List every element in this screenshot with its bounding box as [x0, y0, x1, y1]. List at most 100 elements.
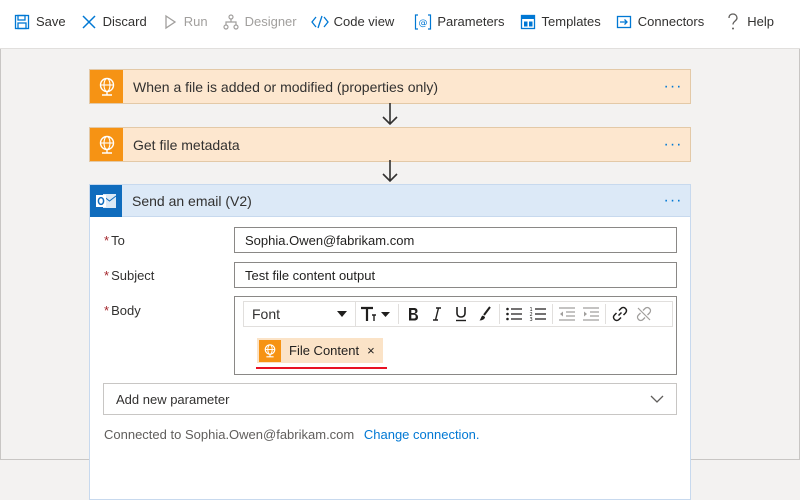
chevron-down-icon [650, 395, 664, 403]
subject-label: * Subject [104, 268, 154, 283]
connectors-label: Connectors [637, 14, 705, 29]
brush-icon [479, 306, 491, 321]
link-icon [612, 306, 628, 322]
required-mark: * [104, 303, 110, 318]
decrease-indent-button[interactable] [555, 302, 579, 326]
code-icon [310, 13, 329, 31]
send-email-step-card: Send an email (V2) ··· * To Sophia.Owen@f… [89, 184, 691, 500]
designer-button[interactable]: Designer [215, 7, 304, 37]
file-content-token-label: File Content [289, 343, 360, 358]
toolbar-separator [605, 304, 606, 324]
save-icon [13, 13, 31, 31]
run-label: Run [183, 14, 208, 29]
play-icon [161, 13, 179, 31]
font-dropdown[interactable]: Font [244, 302, 356, 326]
body-label: * Body [104, 303, 141, 318]
help-button[interactable]: Help [717, 7, 781, 37]
connectors-button[interactable]: Connectors [608, 7, 711, 37]
sftp-globe-icon [90, 70, 123, 103]
body-editor[interactable]: Font 1 2 3 File Content × [234, 296, 677, 375]
send-email-step-title: Send an email (V2) [132, 192, 252, 209]
unlink-icon [636, 306, 652, 322]
save-button[interactable]: Save [6, 7, 73, 37]
insert-link-button[interactable] [608, 302, 632, 326]
code-view-label: Code view [333, 14, 395, 29]
close-icon [80, 13, 98, 31]
to-field[interactable]: Sophia.Owen@fabrikam.com [234, 227, 677, 253]
designer-toolbar: Save Discard Run Designer Code view @ Pa… [0, 0, 800, 43]
remove-link-button[interactable] [632, 302, 656, 326]
subject-field-value: Test file content output [245, 268, 376, 283]
get-metadata-step-more-button[interactable]: ··· [656, 136, 690, 154]
templates-button[interactable]: Templates [512, 7, 608, 37]
body-label-text: Body [111, 303, 141, 318]
parameters-label: Parameters [437, 14, 505, 29]
change-connection-link[interactable]: Change connection. [364, 427, 480, 442]
font-size-icon [361, 306, 390, 321]
get-metadata-step-title: Get file metadata [133, 136, 240, 153]
bold-button[interactable] [401, 302, 425, 326]
bold-icon [409, 308, 418, 321]
templates-icon [519, 13, 537, 31]
font-dropdown-label: Font [252, 306, 281, 322]
numbered-list-button[interactable]: 123 [526, 302, 550, 326]
sftp-globe-icon [259, 339, 281, 362]
trigger-step-title: When a file is added or modified (proper… [133, 78, 439, 95]
connected-email: Sophia.Owen@fabrikam.com [184, 427, 355, 442]
subject-label-text: Subject [111, 268, 155, 283]
color-button[interactable] [473, 302, 497, 326]
underline-icon [456, 307, 466, 322]
toolbar-separator [552, 304, 553, 324]
increase-indent-button[interactable] [579, 302, 603, 326]
send-email-step-header[interactable]: Send an email (V2) ··· [90, 184, 690, 217]
run-button[interactable]: Run [154, 7, 215, 37]
connector-arrow-icon [382, 103, 398, 126]
remove-token-button[interactable]: × [367, 343, 375, 358]
to-label-text: To [111, 233, 125, 248]
svg-text:@: @ [419, 18, 428, 28]
required-mark: * [104, 233, 110, 248]
toolbar-separator [499, 304, 500, 324]
trigger-step-card[interactable]: When a file is added or modified (proper… [89, 69, 691, 104]
toolbar-divider [0, 43, 800, 49]
font-size-dropdown[interactable] [356, 302, 396, 326]
toolbar-separator [398, 304, 399, 324]
trigger-step-header[interactable]: When a file is added or modified (proper… [90, 70, 690, 103]
highlight-underline [256, 367, 387, 369]
designer-canvas: When a file is added or modified (proper… [0, 50, 800, 500]
get-metadata-step-card[interactable]: Get file metadata ··· [89, 127, 691, 162]
code-view-button[interactable]: Code view [304, 7, 402, 37]
parameters-button[interactable]: @ Parameters [407, 7, 511, 37]
italic-icon [433, 307, 441, 321]
to-field-value: Sophia.Owen@fabrikam.com [245, 233, 415, 248]
file-content-token[interactable]: File Content × [257, 338, 383, 363]
parameters-icon: @ [414, 13, 432, 31]
connection-info: Connected to Sophia.Owen@fabrikam.com Ch… [104, 427, 480, 442]
discard-label: Discard [102, 14, 147, 29]
save-label: Save [36, 14, 66, 29]
add-new-parameter-label: Add new parameter [116, 391, 230, 407]
connector-arrow-icon [382, 160, 398, 183]
send-email-step-more-button[interactable]: ··· [656, 192, 690, 210]
indent-icon [583, 307, 599, 321]
designer-label: Designer [244, 14, 297, 29]
rich-text-toolbar: Font 1 2 3 [243, 301, 673, 327]
add-new-parameter-dropdown[interactable]: Add new parameter [103, 383, 677, 415]
sftp-globe-icon [90, 128, 123, 161]
templates-label: Templates [541, 14, 601, 29]
outdent-icon [559, 307, 575, 321]
numbered-list-icon: 123 [530, 307, 546, 322]
subject-field[interactable]: Test file content output [234, 262, 677, 288]
required-mark: * [104, 268, 110, 283]
connected-prefix: Connected to [104, 427, 182, 442]
help-label: Help [747, 14, 774, 29]
underline-button[interactable] [449, 302, 473, 326]
bulleted-list-button[interactable] [502, 302, 526, 326]
discard-button[interactable]: Discard [73, 7, 154, 37]
connectors-icon [615, 13, 633, 31]
caret-down-icon [337, 311, 347, 317]
outlook-icon [90, 184, 122, 217]
trigger-step-more-button[interactable]: ··· [656, 78, 690, 96]
get-metadata-step-header[interactable]: Get file metadata ··· [90, 128, 690, 161]
italic-button[interactable] [425, 302, 449, 326]
